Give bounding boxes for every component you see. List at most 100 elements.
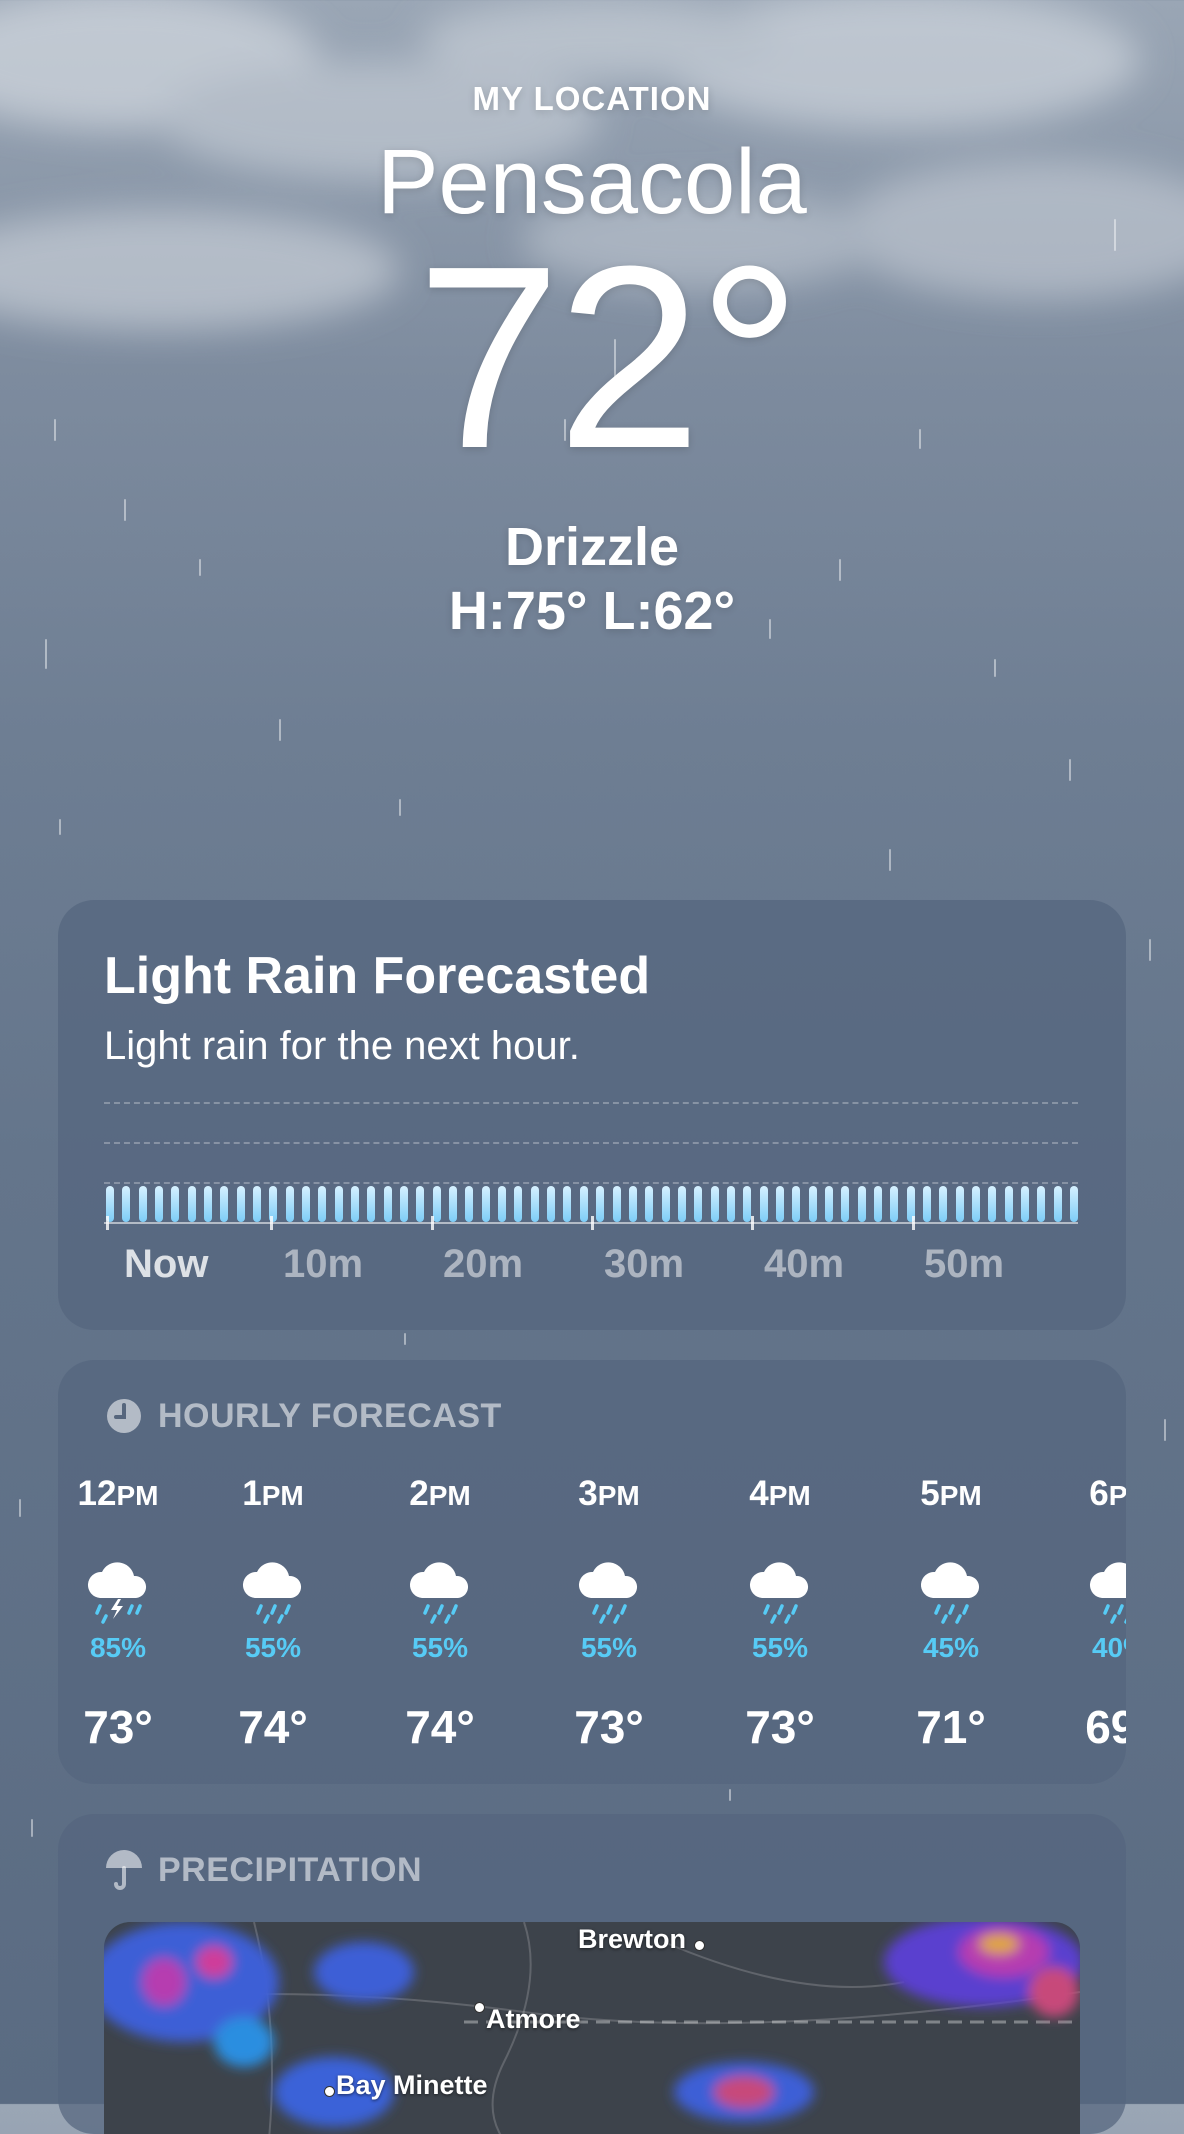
precip-bar — [334, 1186, 343, 1222]
precip-chance: 55% — [244, 1632, 302, 1663]
time-label-50m: 50m — [924, 1242, 1005, 1286]
chart-gridline — [104, 1142, 1078, 1144]
precip-bar — [236, 1186, 245, 1222]
precip-bar — [661, 1186, 670, 1222]
precip-bar — [302, 1186, 311, 1222]
cloud-rain-icon — [920, 1562, 980, 1624]
hour-temperature: 69° — [1085, 1701, 1126, 1753]
hour-item[interactable]: 2PM 55% 74° — [355, 1360, 525, 1784]
cloud-bolt-rain-icon — [87, 1562, 147, 1624]
precip-bar — [1020, 1186, 1029, 1222]
precip-bar — [759, 1186, 768, 1222]
axis-tick — [431, 1216, 434, 1230]
precip-bar — [285, 1186, 294, 1222]
hour-temperature: 73° — [83, 1701, 153, 1753]
next-hour-precip-card[interactable]: Light Rain Forecasted Light rain for the… — [58, 900, 1126, 1330]
axis-tick — [751, 1216, 754, 1230]
precip-bar — [596, 1186, 605, 1222]
hour-temperature: 73° — [745, 1701, 815, 1753]
hour-time: 2PM — [409, 1474, 471, 1513]
precip-bar — [1070, 1186, 1078, 1222]
map-place-bay-minette: Bay Minette — [336, 2070, 488, 2100]
chart-gridline — [104, 1182, 1078, 1184]
precip-bar — [204, 1186, 213, 1222]
precip-bar — [547, 1186, 556, 1222]
precipitation-header: PRECIPITATION — [104, 1848, 422, 1892]
precip-bar — [645, 1186, 654, 1222]
hour-item[interactable]: 4PM 55% 73° — [695, 1360, 865, 1784]
precip-bar — [514, 1186, 523, 1222]
radar-map[interactable]: Brewton Atmore Bay Minette — [104, 1922, 1080, 2134]
current-temperature: 72° — [416, 213, 801, 503]
map-place-dot — [324, 2086, 335, 2097]
hour-item[interactable]: 1PM 55% 74° — [188, 1360, 358, 1784]
hour-item[interactable]: 12PM 85% 73° — [58, 1360, 203, 1784]
hour-item[interactable]: 3PM 55% 73° — [524, 1360, 694, 1784]
cloud-rain-icon — [578, 1562, 638, 1624]
time-label-now: Now — [124, 1242, 209, 1286]
hour-time: 6PM — [1089, 1474, 1126, 1513]
hour-item[interactable]: 6PM 40% 69° — [1035, 1360, 1126, 1784]
precip-bar — [710, 1186, 719, 1222]
precip-bar — [367, 1186, 376, 1222]
time-label-30m: 30m — [604, 1242, 685, 1286]
precip-bar — [939, 1186, 948, 1222]
precip-bar — [563, 1186, 572, 1222]
precip-bar — [857, 1186, 866, 1222]
umbrella-icon — [106, 1850, 142, 1890]
precip-chance: 55% — [751, 1632, 809, 1663]
precip-bar — [187, 1186, 196, 1222]
precip-bar — [792, 1186, 801, 1222]
precip-bar — [465, 1186, 474, 1222]
precip-bar — [824, 1186, 833, 1222]
axis-tick — [591, 1216, 594, 1230]
map-place-dot — [474, 2002, 485, 2013]
precip-bar — [922, 1186, 931, 1222]
precip-bar — [383, 1186, 392, 1222]
precip-bar — [481, 1186, 490, 1222]
precip-chance: 55% — [580, 1632, 638, 1663]
hour-temperature: 74° — [405, 1701, 475, 1753]
precip-bar — [988, 1186, 997, 1222]
precip-chance: 55% — [411, 1632, 469, 1663]
precip-bar — [171, 1186, 180, 1222]
hour-temperature: 73° — [574, 1701, 644, 1753]
high-low-text: H:75° L:62° — [448, 581, 736, 641]
precip-bar — [253, 1186, 262, 1222]
hour-time: 12PM — [77, 1474, 159, 1513]
precip-bar — [351, 1186, 360, 1222]
map-place-atmore: Atmore — [486, 2004, 581, 2034]
map-place-brewton: Brewton — [578, 1924, 686, 1954]
hour-time: 3PM — [578, 1474, 640, 1513]
precip-bar — [971, 1186, 980, 1222]
precip-bar — [400, 1186, 409, 1222]
hour-item[interactable]: 5PM 45% 71° — [866, 1360, 1036, 1784]
precip-chance: 85% — [89, 1632, 147, 1663]
precip-bar — [890, 1186, 899, 1222]
hour-time: 1PM — [242, 1474, 304, 1513]
precip-bar — [841, 1186, 850, 1222]
axis-tick — [912, 1216, 915, 1230]
time-label-40m: 40m — [764, 1242, 845, 1286]
precip-bar — [775, 1186, 784, 1222]
precip-bar — [220, 1186, 229, 1222]
chart-gridline — [104, 1102, 1078, 1104]
precip-bar — [808, 1186, 817, 1222]
precip-bar — [612, 1186, 621, 1222]
precip-bar — [416, 1186, 425, 1222]
precip-bar — [955, 1186, 964, 1222]
map-place-dot — [694, 1940, 705, 1951]
cloud-rain-icon — [749, 1562, 809, 1624]
precip-bar — [1004, 1186, 1013, 1222]
cloud-rain-icon — [242, 1562, 302, 1624]
precip-bar — [1037, 1186, 1046, 1222]
time-label-20m: 20m — [443, 1242, 524, 1286]
hour-time: 5PM — [920, 1474, 982, 1513]
axis-tick — [106, 1216, 109, 1230]
precip-bar — [873, 1186, 882, 1222]
hourly-forecast-card[interactable]: HOURLY FORECAST 12PM 85% 73° 1PM 55% 74°… — [58, 1360, 1126, 1784]
rain-card-title: Light Rain Forecasted — [104, 947, 651, 1005]
precip-bar — [122, 1186, 131, 1222]
axis-tick — [270, 1216, 273, 1230]
precipitation-card[interactable]: PRECIPITATION Brewton Atmore Bay Minette — [58, 1814, 1126, 2134]
